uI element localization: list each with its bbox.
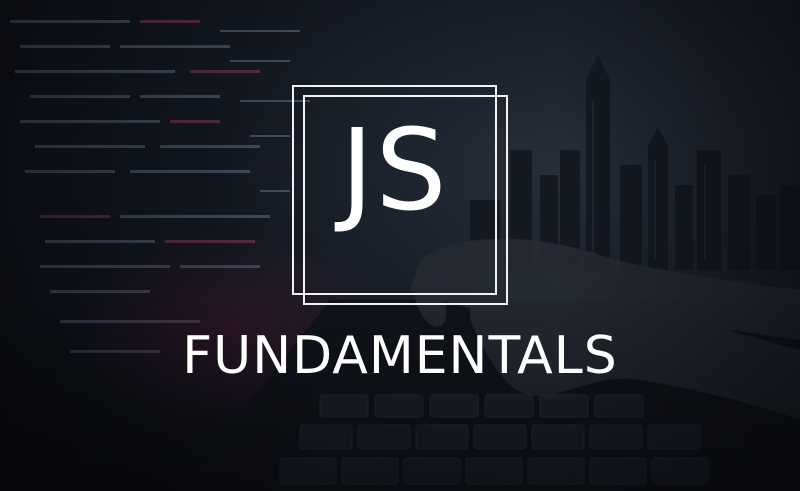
hero-banner: JS FUNDAMENTALS (0, 0, 800, 491)
js-logo-text: JS (340, 106, 449, 236)
page-title: FUNDAMENTALS (182, 326, 618, 386)
